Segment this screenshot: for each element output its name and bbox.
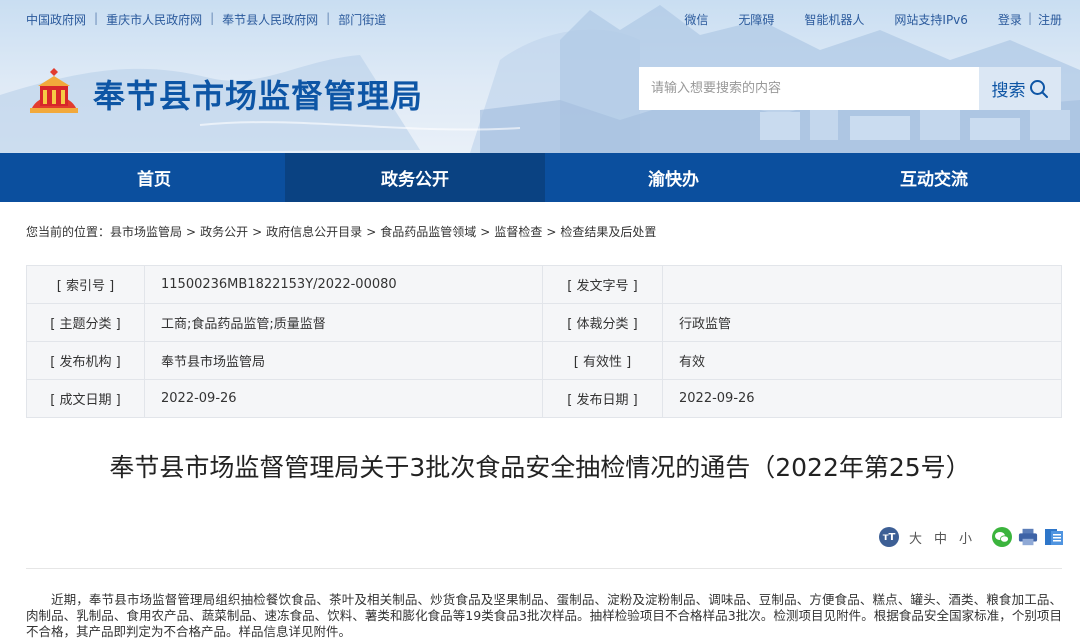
link-departments[interactable]: 部门街道 [338,11,386,28]
breadcrumb-separator: > [546,225,557,239]
article-tools: тT 大 中 小 [879,525,1064,549]
separator: | [326,11,331,25]
nav-item-yukuaiban[interactable]: 渝快办 [545,153,807,202]
breadcrumb-separator: > [480,225,491,239]
nav-item-interaction[interactable]: 互动交流 [807,153,1080,202]
wechat-share-icon[interactable] [992,527,1013,547]
divider [26,568,1062,569]
separator: | [1027,11,1032,25]
meta-value: 行政监管 [662,303,1062,342]
separator: | [94,11,99,25]
nav-item-gov-affairs[interactable]: 政务公开 [285,153,545,202]
breadcrumb-item[interactable]: 政务公开 [200,225,248,239]
document-meta-table: [ 索引号 ] 11500236MB1822153Y/2022-00080 [ … [26,265,1062,418]
meta-key: [ 索引号 ] [26,265,145,304]
font-size-large-button[interactable]: 大 [909,528,922,547]
meta-key: [ 发布日期 ] [542,379,663,418]
breadcrumb-separator: > [186,225,197,239]
breadcrumb-separator: > [252,225,263,239]
login-link[interactable]: 登录 [998,11,1022,28]
nav-item-home[interactable]: 首页 [0,153,285,202]
meta-key: [ 有效性 ] [542,341,663,380]
share-buttons [992,527,1064,547]
meta-key: [ 主题分类 ] [26,303,145,342]
meta-key: [ 成文日期 ] [26,379,145,418]
table-row: [ 成文日期 ] 2022-09-26 [ 发布日期 ] 2022-09-26 [26,379,1062,418]
font-size-icon: тT [879,527,899,547]
meta-value: 2022-09-26 [662,379,1062,418]
register-link[interactable]: 注册 [1038,11,1062,28]
table-row: [ 发布机构 ] 奉节县市场监管局 [ 有效性 ] 有效 [26,341,1062,380]
breadcrumb-item[interactable]: 食品药品监管领域 [380,225,476,239]
header-banner: 中国政府网 | 重庆市人民政府网 | 奉节县人民政府网 | 部门街道 微信 无障… [0,0,1080,153]
link-accessibility[interactable]: 无障碍 [738,11,774,28]
link-wechat[interactable]: 微信 [684,11,708,28]
link-gov-cn[interactable]: 中国政府网 [26,11,86,28]
search-button-label: 搜索 [991,81,1026,101]
government-emblem-icon [30,68,78,113]
breadcrumb: 您当前的位置：县市场监管局 > 政务公开 > 政府信息公开目录 > 食品药品监管领域 > 监督检… [26,223,656,240]
meta-value: 11500236MB1822153Y/2022-00080 [144,265,543,304]
print-icon[interactable] [1018,527,1038,547]
breadcrumb-separator: > [366,225,377,239]
link-robot[interactable]: 智能机器人 [804,11,864,28]
link-fengjie[interactable]: 奉节县人民政府网 [222,11,318,28]
meta-value: 有效 [662,341,1062,380]
meta-key: [ 发文字号 ] [542,265,663,304]
link-chongqing[interactable]: 重庆市人民政府网 [106,11,202,28]
search-input[interactable] [639,67,979,110]
site-title[interactable]: 奉节县市场监督管理局 [93,71,423,117]
article-body: 近期，奉节县市场监督管理局组织抽检餐饮食品、茶叶及相关制品、炒货食品及坚果制品、… [26,592,1062,639]
meta-value: 2022-09-26 [144,379,543,418]
font-size-medium-button[interactable]: 中 [934,528,947,547]
main-nav: 首页 政务公开 渝快办 互动交流 [0,153,1080,202]
meta-value [662,265,1062,304]
top-link-bar: 中国政府网 | 重庆市人民政府网 | 奉节县人民政府网 | 部门街道 微信 无障… [0,0,1080,36]
breadcrumb-item[interactable]: 县市场监管局 [110,225,182,239]
meta-value: 奉节县市场监管局 [144,341,543,380]
separator: | [210,11,215,25]
search-box: 搜索 [639,67,1061,110]
article-title: 奉节县市场监督管理局关于3批次食品安全抽检情况的通告（2022年第25号） [109,453,971,482]
table-row: [ 索引号 ] 11500236MB1822153Y/2022-00080 [ … [26,265,1062,304]
breadcrumb-item[interactable]: 政府信息公开目录 [266,225,362,239]
breadcrumb-item[interactable]: 监督检查 [494,225,542,239]
breadcrumb-prefix: 您当前的位置： [26,225,111,239]
document-icon[interactable] [1044,527,1064,547]
meta-value: 工商;食品药品监管;质量监督 [144,303,543,342]
table-row: [ 主题分类 ] 工商;食品药品监管;质量监督 [ 体裁分类 ] 行政监管 [26,303,1062,342]
meta-key: [ 体裁分类 ] [542,303,663,342]
meta-key: [ 发布机构 ] [26,341,145,380]
breadcrumb-item[interactable]: 检查结果及后处置 [560,225,656,239]
link-ipv6[interactable]: 网站支持IPv6 [894,11,968,28]
font-size-small-button[interactable]: 小 [959,528,972,547]
search-button[interactable]: 搜索 [979,67,1061,110]
search-icon [1029,79,1048,98]
